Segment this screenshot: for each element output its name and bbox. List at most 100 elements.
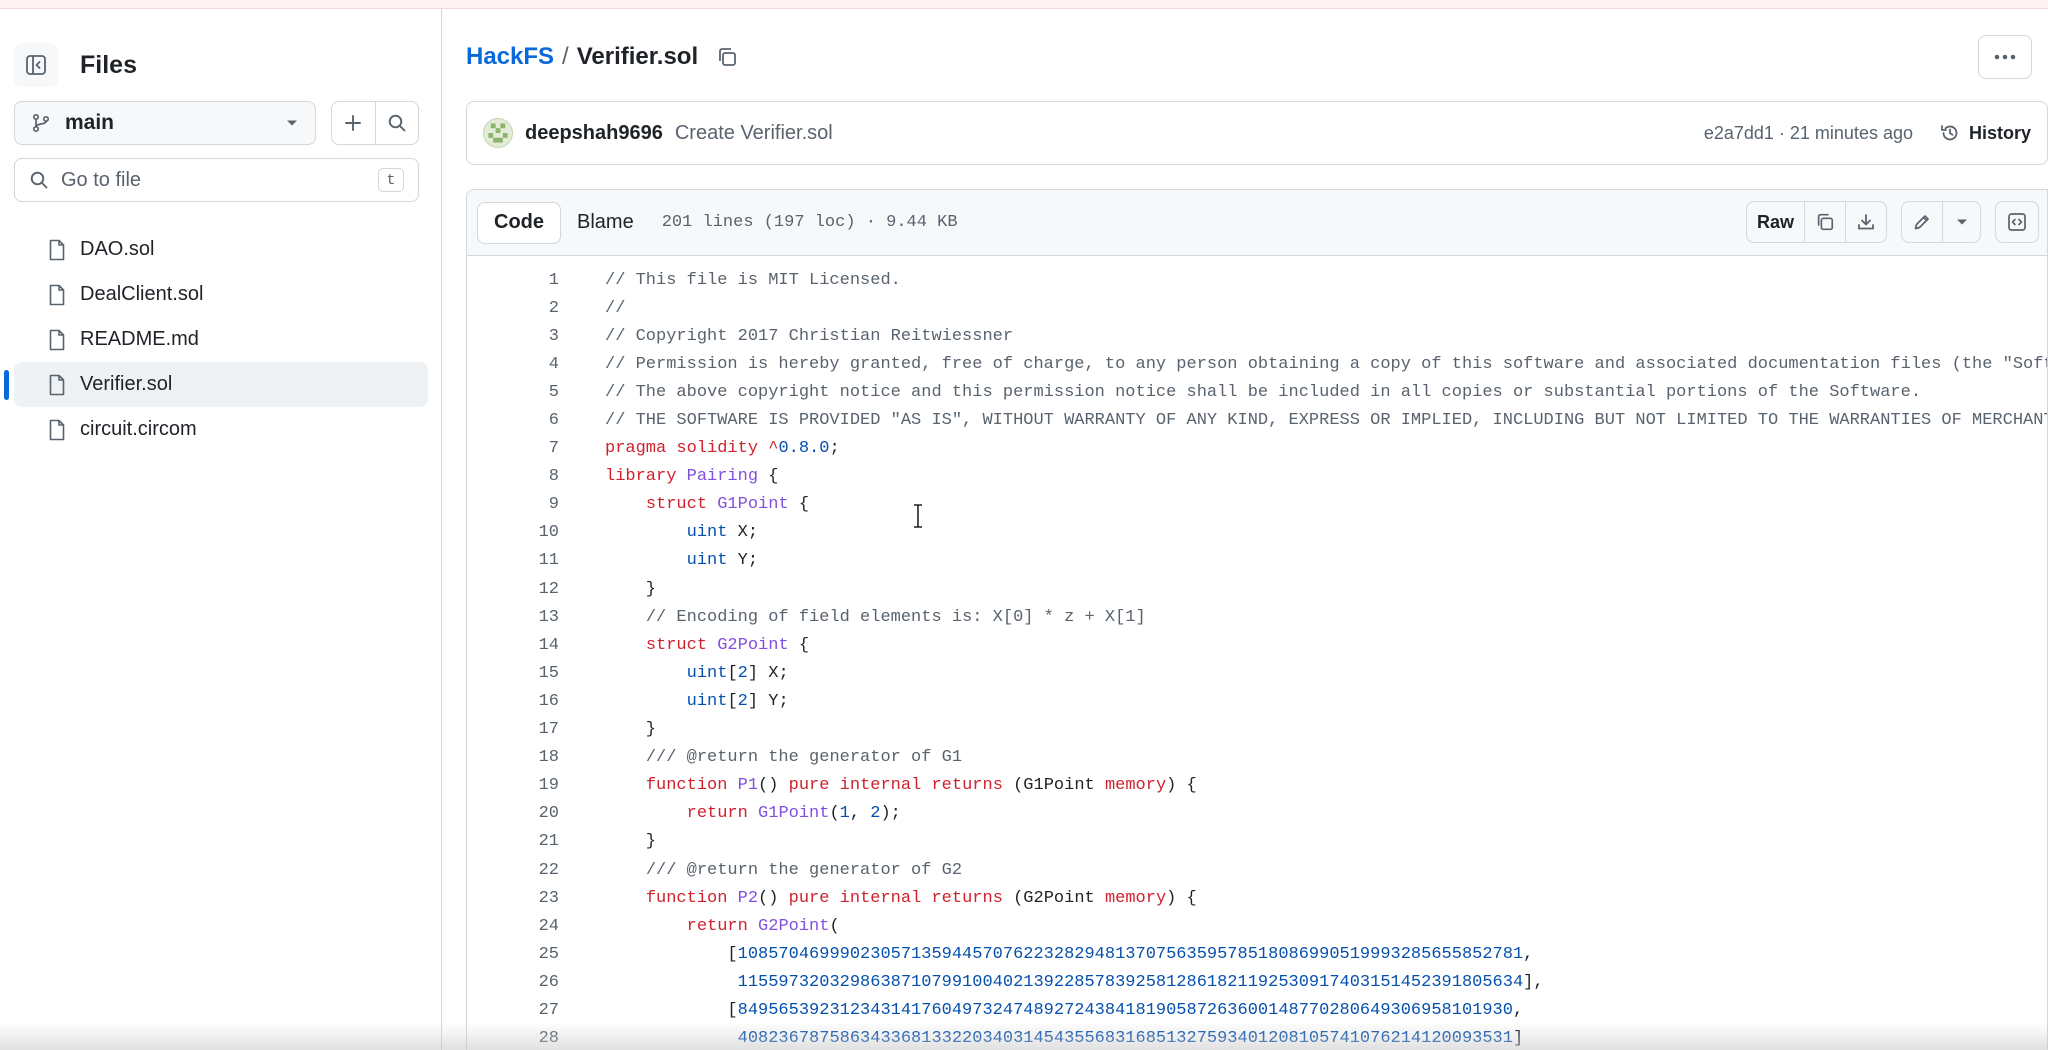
line-number[interactable]: 18 <box>467 748 559 767</box>
line-number[interactable]: 5 <box>467 383 559 402</box>
avatar[interactable] <box>483 118 513 148</box>
line-number[interactable]: 11 <box>467 551 559 570</box>
symbols-panel-button[interactable] <box>1995 201 2039 243</box>
code-view[interactable]: 1 // This file is MIT Licensed. 2 // 3 // Cop… <box>467 256 2047 1050</box>
line-number[interactable]: 27 <box>467 1001 559 1020</box>
code-token: ( <box>829 916 840 936</box>
breadcrumb: HackFS / Verifier.sol <box>466 43 738 71</box>
code-token: (G2Point <box>1002 888 1105 908</box>
code-token: // THE SOFTWARE IS PROVIDED "AS IS", WIT… <box>605 411 2048 431</box>
line-number[interactable]: 6 <box>467 411 559 430</box>
line-number[interactable]: 26 <box>467 973 559 992</box>
line-number[interactable]: 17 <box>467 720 559 739</box>
code-line-content: uint[2] X; <box>559 664 789 683</box>
code-token: { <box>788 495 810 515</box>
line-number[interactable]: 7 <box>467 439 559 458</box>
line-number[interactable]: 13 <box>467 608 559 627</box>
code-token: return <box>686 916 759 936</box>
search-files-button[interactable] <box>374 102 418 144</box>
line-number[interactable]: 3 <box>467 327 559 346</box>
line-number[interactable]: 28 <box>467 1029 559 1048</box>
line-number[interactable]: 16 <box>467 692 559 711</box>
line-number[interactable]: 22 <box>467 861 559 880</box>
raw-button[interactable]: Raw <box>1747 202 1804 242</box>
branch-selector[interactable]: main <box>14 101 316 145</box>
line-number[interactable]: 10 <box>467 523 559 542</box>
line-number[interactable]: 21 <box>467 832 559 851</box>
file-tree-sidebar: Files main Go to file t DAO.sol DealClien… <box>0 9 442 1050</box>
line-number[interactable]: 23 <box>467 889 559 908</box>
file-tree-item[interactable]: Verifier.sol <box>4 362 428 407</box>
code-line-content: // Copyright 2017 Christian Reitwiessner <box>559 327 1013 346</box>
line-number[interactable]: 14 <box>467 636 559 655</box>
line-number[interactable]: 24 <box>467 917 559 936</box>
code-line: 11 uint Y; <box>467 547 2047 575</box>
sidebar-title: Files <box>80 50 137 79</box>
line-number[interactable]: 2 <box>467 299 559 318</box>
code-line-content: [849565392312343141760497324748927243841… <box>559 1001 1523 1020</box>
code-line-content: } <box>559 720 656 739</box>
history-button[interactable]: History <box>1939 122 2031 144</box>
file-tree-item[interactable]: DealClient.sol <box>14 272 428 317</box>
code-token: } <box>605 579 657 599</box>
download-button[interactable] <box>1845 202 1886 242</box>
code-token: 0.8.0 <box>778 439 830 459</box>
code-line-content: } <box>559 580 656 599</box>
line-number[interactable]: 12 <box>467 580 559 599</box>
code-line: 9 struct G1Point { <box>467 491 2047 519</box>
file-tree-item[interactable]: README.md <box>14 317 428 362</box>
code-line-content: // This file is MIT Licensed. <box>559 271 901 290</box>
edit-file-button[interactable] <box>1902 202 1942 242</box>
file-tree-item-label: README.md <box>80 328 199 350</box>
line-number[interactable]: 20 <box>467 804 559 823</box>
file-tree-item-label: Verifier.sol <box>80 373 173 395</box>
code-token: ) { <box>1166 776 1197 796</box>
edit-options-dropdown[interactable] <box>1942 202 1980 242</box>
code-line: 16 uint[2] Y; <box>467 687 2047 715</box>
more-options-button[interactable] <box>1978 35 2032 79</box>
collapse-sidebar-button[interactable] <box>14 43 58 87</box>
line-number[interactable]: 4 <box>467 355 559 374</box>
code-token: ; <box>829 439 840 459</box>
code-line-content: uint[2] Y; <box>559 692 789 711</box>
git-branch-icon <box>32 113 50 133</box>
line-number[interactable]: 9 <box>467 495 559 514</box>
line-number[interactable]: 8 <box>467 467 559 486</box>
keyboard-shortcut-hint: t <box>378 168 404 192</box>
code-line: 20 return G1Point(1, 2); <box>467 800 2047 828</box>
code-token: // Copyright 2017 Christian Reitwiessner <box>605 326 1014 346</box>
go-to-file-input[interactable]: Go to file t <box>14 158 419 202</box>
code-token: uint <box>686 663 728 683</box>
code-token: { <box>788 635 810 655</box>
tab-code[interactable]: Code <box>477 201 561 244</box>
tab-blame[interactable]: Blame <box>561 202 650 244</box>
line-number[interactable]: 15 <box>467 664 559 683</box>
code-token: Pairing <box>686 467 759 487</box>
commit-author[interactable]: deepshah9696 <box>525 122 663 145</box>
line-number[interactable]: 1 <box>467 271 559 290</box>
code-line: 26 1155973203298638710799100402139228578… <box>467 968 2047 996</box>
breadcrumb-repo-link[interactable]: HackFS <box>466 43 554 71</box>
code-line-content: [108570469990230571359445707622328294813… <box>559 945 1533 964</box>
commit-meta[interactable]: e2a7dd1 · 21 minutes ago <box>1704 123 1913 144</box>
sidebar-actions <box>331 101 419 145</box>
line-number[interactable]: 25 <box>467 945 559 964</box>
file-icon <box>48 329 66 351</box>
file-tree-item[interactable]: DAO.sol <box>14 227 428 272</box>
add-file-button[interactable] <box>332 102 375 144</box>
go-to-file-placeholder: Go to file <box>61 168 142 191</box>
copy-path-button[interactable] <box>716 46 738 68</box>
file-tree-item[interactable]: circuit.circom <box>14 407 428 452</box>
commit-message[interactable]: Create Verifier.sol <box>675 122 833 145</box>
code-line: 23 function P2() pure internal returns (… <box>467 884 2047 912</box>
code-token: G2Point <box>758 916 830 936</box>
code-line: 1 // This file is MIT Licensed. <box>467 266 2047 294</box>
copy-raw-button[interactable] <box>1804 202 1845 242</box>
line-number[interactable]: 19 <box>467 776 559 795</box>
code-token: [ <box>605 944 738 964</box>
caret-down-icon <box>287 120 297 126</box>
code-token: ] Y; <box>747 691 789 711</box>
